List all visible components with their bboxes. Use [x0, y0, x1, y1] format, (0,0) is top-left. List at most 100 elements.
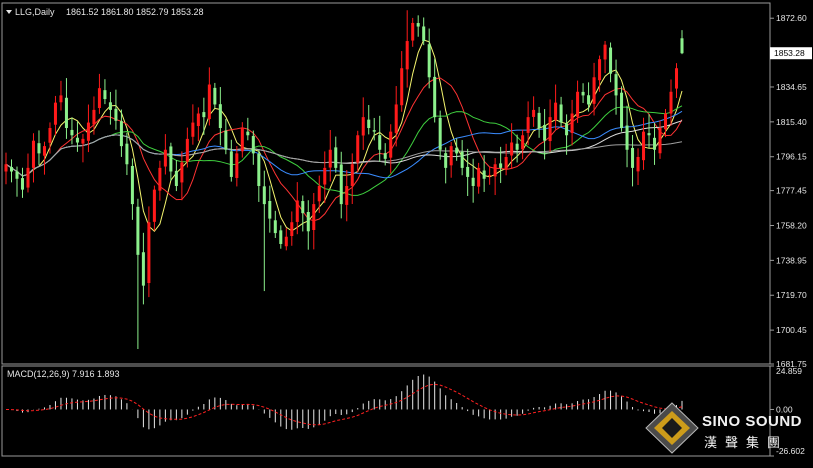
candle: [114, 89, 118, 130]
candle: [488, 166, 492, 185]
candle: [598, 55, 602, 92]
candle: [625, 105, 629, 168]
candle: [411, 17, 415, 47]
candle: [290, 211, 294, 246]
candle: [9, 159, 14, 183]
candle: [565, 114, 569, 155]
candle: [345, 170, 349, 222]
candle: [152, 185, 156, 231]
price-tick-label: 1872.60: [776, 13, 807, 23]
open-value: 1861.52: [66, 7, 99, 17]
candle: [306, 200, 310, 250]
candle: [328, 129, 332, 182]
candle: [229, 139, 233, 182]
candle: [191, 104, 195, 145]
logo-english: SINO SOUND: [702, 413, 802, 430]
ma-60-line: [5, 120, 683, 177]
candle: [103, 79, 107, 105]
candle: [493, 158, 497, 196]
candle: [169, 142, 173, 181]
candle: [97, 73, 101, 114]
price-panel-border: [1, 2, 771, 365]
candle: [636, 148, 640, 186]
candle: [427, 28, 431, 89]
candle: [477, 162, 481, 194]
candle: [125, 132, 129, 176]
candle: [185, 127, 189, 168]
macd-signal-line: [5, 383, 683, 426]
candle: [279, 225, 283, 249]
price-tick-label: 1815.40: [776, 117, 807, 127]
price-tick-label: 1758.20: [776, 220, 807, 230]
current-price-marker: 1853.28: [770, 47, 812, 60]
candle: [224, 118, 228, 155]
price-tick-label: 1777.45: [776, 186, 807, 196]
price-axis: 1872.60 1834.65 1815.40 1796.15 1777.45 1758.…: [770, 13, 807, 369]
candle: [86, 104, 90, 153]
candle: [218, 87, 222, 146]
candle: [334, 136, 338, 173]
candle: [235, 145, 239, 187]
candle: [603, 40, 607, 74]
candle: [378, 115, 382, 162]
macd-label: MACD(12,26,9) 7.916 1.893: [7, 369, 120, 379]
chart-svg: 1872.60 1834.65 1815.40 1796.15 1777.45 1758.…: [1, 2, 812, 457]
chart-header: LLG,Daily 1861.52 1861.80 1852.79 1853.2…: [6, 7, 204, 17]
candle: [537, 106, 541, 138]
candle: [653, 123, 657, 165]
candle: [570, 99, 574, 146]
dropdown-triangle-icon[interactable]: [6, 10, 12, 14]
candle: [444, 147, 448, 184]
candle: [180, 151, 184, 201]
ma-30-line: [5, 110, 683, 179]
ma-20-line: [5, 105, 683, 196]
candle: [433, 58, 437, 123]
candle: [273, 210, 277, 238]
candle: [620, 86, 624, 132]
candle: [361, 97, 365, 150]
candle: [548, 99, 552, 152]
candle: [70, 117, 74, 145]
low-value: 1852.79: [136, 7, 169, 17]
candle: [455, 138, 459, 161]
candle: [658, 120, 662, 159]
candle: [31, 133, 35, 183]
candle: [674, 63, 679, 98]
candle: [367, 104, 371, 135]
candle: [339, 151, 343, 219]
candle: [460, 140, 464, 176]
price-tick-label: 1738.95: [776, 255, 807, 265]
macd-series: [5, 374, 683, 430]
candle: [576, 80, 580, 123]
candle: [81, 133, 85, 163]
candle: [108, 91, 112, 125]
candle: [438, 110, 442, 160]
candle: [196, 107, 200, 142]
candles: [4, 10, 684, 350]
price-tick-label: 1700.45: [776, 325, 807, 335]
ma-120-line: [5, 134, 683, 177]
candle: [317, 175, 321, 214]
candle: [416, 15, 420, 37]
candle: [323, 151, 327, 204]
candle: [669, 79, 673, 126]
candle: [609, 42, 613, 83]
candle: [262, 170, 266, 292]
candle: [559, 96, 563, 128]
candle: [312, 193, 316, 250]
candle: [631, 135, 635, 187]
candle: [37, 130, 41, 165]
macd-tick-label: 24.859: [776, 366, 802, 376]
candle: [158, 160, 162, 201]
candle: [400, 51, 404, 112]
candle: [504, 143, 508, 176]
candle: [20, 167, 24, 198]
candle: [515, 134, 519, 163]
candle: [4, 152, 8, 185]
price-tick-label: 1796.15: [776, 152, 807, 162]
current-price-label: 1853.28: [774, 48, 805, 58]
moving-averages: [5, 39, 683, 233]
symbol-label: LLG,Daily: [15, 7, 55, 17]
close-value: 1853.28: [171, 7, 204, 17]
candle: [642, 117, 646, 170]
